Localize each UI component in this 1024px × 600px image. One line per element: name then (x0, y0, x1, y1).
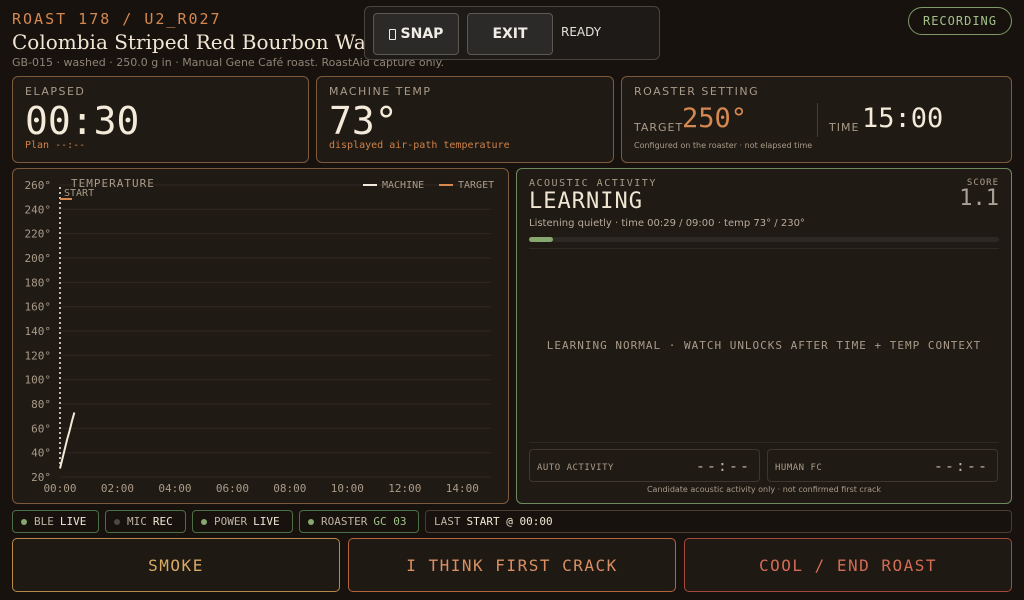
machine-temp-note: displayed air-path temperature (329, 140, 510, 151)
auto-activity-label: AUTO ACTIVITY (537, 463, 614, 473)
ble-status: BLE LIVE (12, 510, 99, 533)
y-tick-label: 180° (25, 276, 52, 289)
power-value: LIVE (253, 515, 280, 528)
elapsed-value: 00:30 (25, 99, 140, 143)
last-event-value: START @ 00:00 (466, 515, 553, 528)
y-tick-label: 40° (31, 447, 51, 460)
temperature-chart-card: 260° 240° 220° 200° 180° 160° 140° 120° 100° 80° 6… (12, 168, 509, 504)
mic-label: MIC (127, 515, 147, 528)
roaster-status: ROASTER GC 03 (299, 510, 419, 533)
acoustic-detail: Listening quietly · time 00:29 / 09:00 ·… (529, 218, 805, 229)
setting-note: Configured on the roaster · not elapsed … (634, 141, 813, 150)
ble-label: BLE (34, 515, 54, 528)
x-tick-label: 14:00 (446, 482, 479, 495)
acoustic-message: LEARNING NORMAL · WATCH UNLOCKS AFTER TI… (546, 339, 982, 352)
capture-toolbar: SNAP EXIT READY (364, 6, 660, 60)
machine-temp-value: 73° (329, 99, 398, 143)
recording-badge: RECORDING (908, 7, 1012, 35)
x-tick-label: 04:00 (158, 482, 191, 495)
human-fc-card: HUMAN FC --:-- (767, 449, 998, 482)
roaster-dot (308, 518, 314, 525)
toolbar-status: READY (561, 25, 602, 39)
acoustic-footnote: Candidate acoustic activity only · not c… (646, 485, 882, 494)
y-tick-label: 260° (25, 179, 52, 192)
power-dot (201, 518, 207, 525)
roaster-value: GC 03 (373, 515, 407, 528)
temperature-chart: 260° 240° 220° 200° 180° 160° 140° 120° 100° 80° 6… (25, 177, 495, 495)
start-label: START (64, 188, 94, 199)
target-label: TARGET (634, 121, 684, 134)
y-tick-label: 120° (25, 349, 52, 362)
x-tick-label: 12:00 (388, 482, 421, 495)
exit-button[interactable]: EXIT (467, 13, 553, 55)
acoustic-progress-fill (529, 237, 553, 242)
machine-temp-label: MACHINE TEMP (329, 85, 432, 98)
time-value: 15:00 (862, 103, 944, 134)
auto-activity-card: AUTO ACTIVITY --:-- (529, 449, 760, 482)
divider (529, 248, 999, 249)
legend-label: TARGET (458, 180, 494, 191)
mic-value: REC (152, 515, 173, 528)
last-event: LAST START @ 00:00 (425, 510, 1012, 533)
y-tick-label: 80° (31, 398, 51, 411)
snap-label: SNAP (400, 26, 444, 42)
roaster-label: ROASTER (321, 515, 368, 528)
bean-name: Colombia Striped Red Bourbon Washed (12, 30, 414, 54)
score-value: 1.1 (959, 186, 999, 211)
elapsed-plan: Plan --:-- (25, 140, 86, 151)
machine-temp-card: MACHINE TEMP 73° displayed air-path temp… (316, 76, 614, 163)
elapsed-label: ELAPSED (25, 85, 86, 98)
first-crack-button[interactable]: I THINK FIRST CRACK (348, 538, 676, 592)
cool-end-roast-button[interactable]: COOL / END ROAST (684, 538, 1012, 592)
ble-dot (21, 518, 27, 525)
acoustic-state: LEARNING (529, 189, 643, 214)
x-tick-label: 10:00 (331, 482, 364, 495)
ble-value: LIVE (59, 515, 87, 528)
y-tick-label: 100° (25, 374, 52, 387)
target-value: 250° (682, 103, 748, 134)
roast-id: ROAST 178 / U2_R027 (12, 10, 222, 28)
y-tick-label: 60° (31, 422, 51, 435)
time-label: TIME (829, 121, 860, 134)
human-fc-value: --:-- (933, 457, 989, 475)
auto-activity-value: --:-- (695, 457, 751, 475)
series-line-machine (59, 412, 76, 469)
acoustic-title: ACOUSTIC ACTIVITY (529, 178, 657, 189)
y-tick-label: 220° (25, 228, 52, 241)
roaster-setting-card: ROASTER SETTING TARGET 250° TIME 15:00 C… (621, 76, 1012, 163)
power-status: POWER LIVE (192, 510, 293, 533)
acoustic-card: ACOUSTIC ACTIVITY LEARNING SCORE 1.1 Lis… (516, 168, 1012, 504)
x-tick-label: 02:00 (101, 482, 134, 495)
last-event-label: LAST (434, 515, 461, 528)
acoustic-progress (529, 237, 999, 242)
legend-label: MACHINE (382, 180, 424, 191)
mic-status: MIC REC (105, 510, 186, 533)
snap-button[interactable]: SNAP (373, 13, 459, 55)
x-tick-label: 06:00 (216, 482, 249, 495)
divider (529, 442, 999, 443)
y-tick-label: 160° (25, 301, 52, 314)
x-tick-label: 00:00 (43, 482, 76, 495)
power-label: POWER (214, 515, 248, 528)
y-tick-label: 240° (25, 203, 52, 216)
setting-divider (817, 103, 818, 137)
smoke-button[interactable]: SMOKE (12, 538, 340, 592)
elapsed-card: ELAPSED 00:30 Plan --:-- (12, 76, 309, 163)
mic-dot (114, 518, 120, 525)
human-fc-label: HUMAN FC (775, 463, 823, 473)
y-tick-label: 200° (25, 252, 52, 265)
roaster-setting-label: ROASTER SETTING (634, 85, 760, 98)
x-tick-label: 08:00 (273, 482, 306, 495)
y-tick-label: 140° (25, 325, 52, 338)
camera-icon (388, 28, 396, 40)
